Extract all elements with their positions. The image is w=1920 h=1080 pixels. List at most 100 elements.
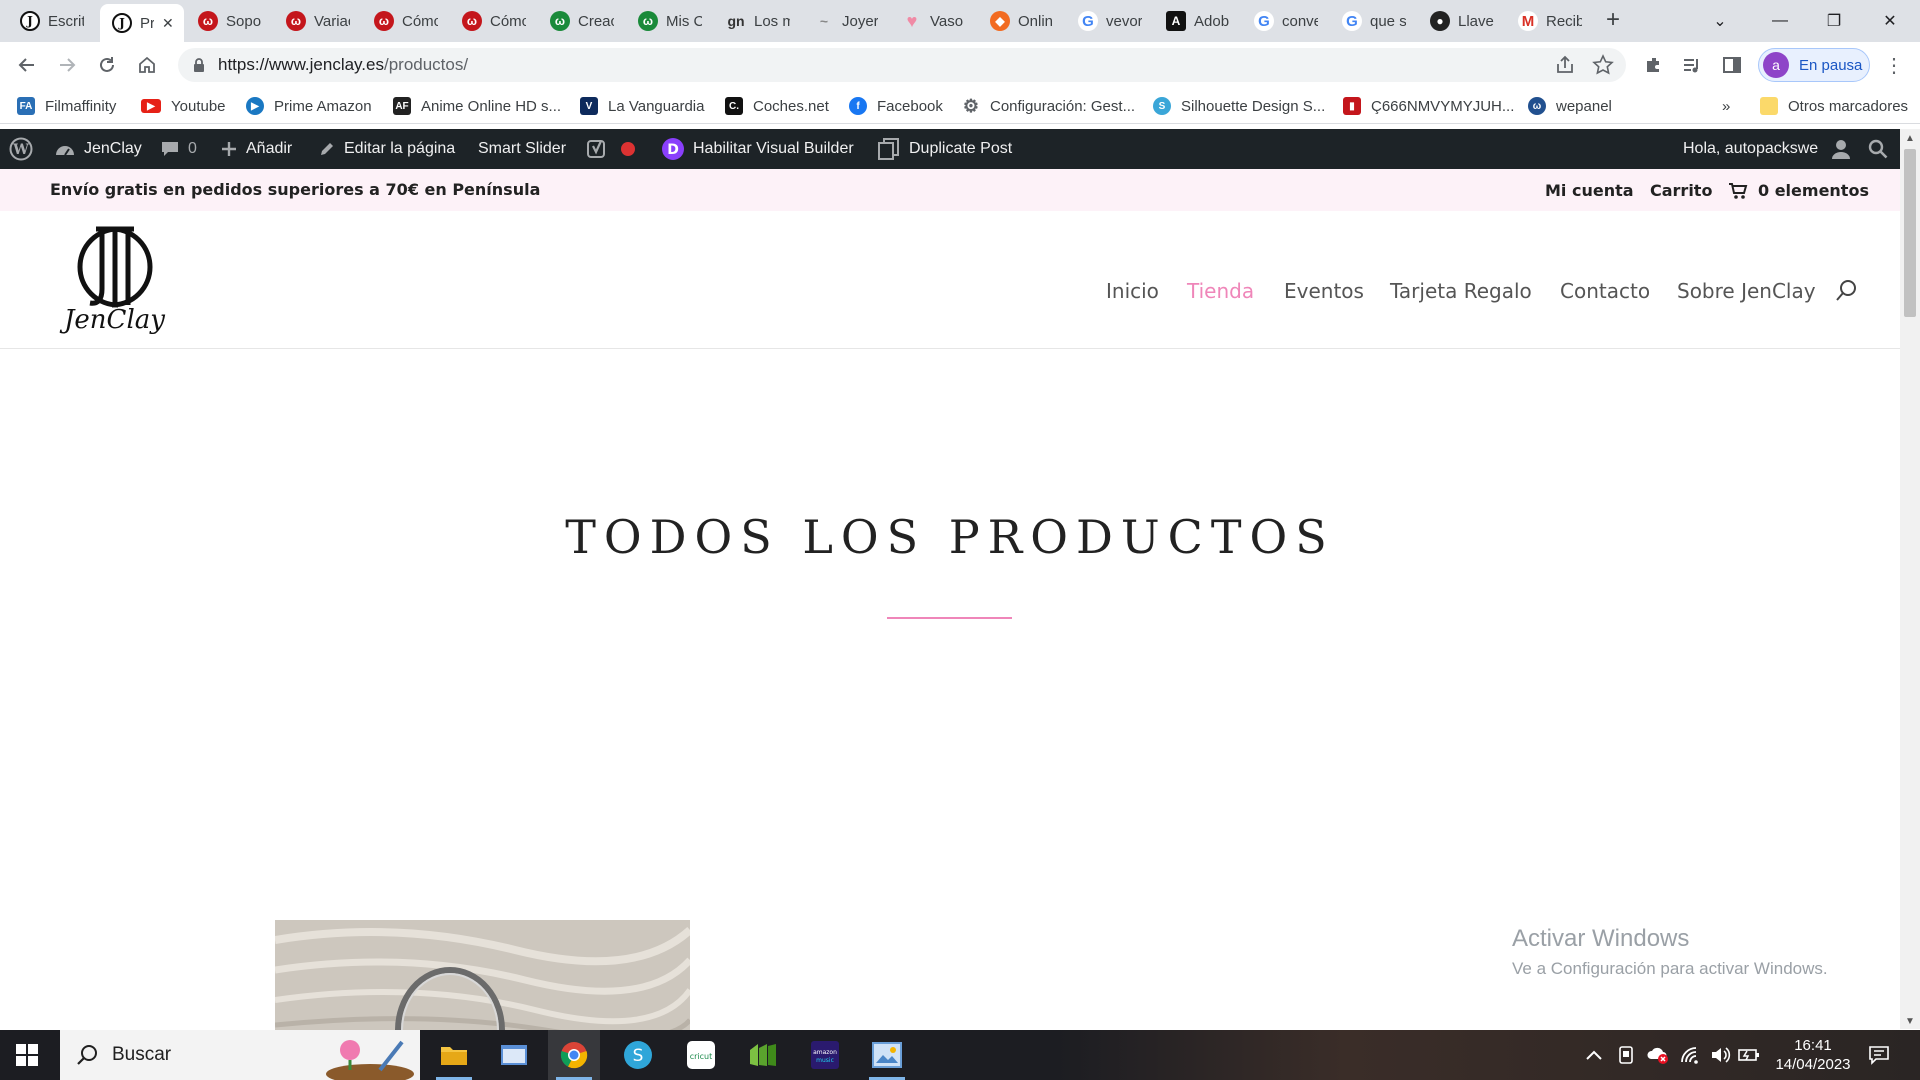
taskbar-clock[interactable]: 16:41 14/04/2023 [1765,1036,1861,1074]
restore-window-icon[interactable]: ❐ [1806,0,1862,42]
site-logo[interactable]: JenClay [60,219,170,343]
product-image[interactable] [275,920,690,1030]
other-bookmarks-folder[interactable]: Otros marcadores [1760,95,1908,117]
wpml-favicon-icon: ω [198,11,218,31]
nav-contacto[interactable]: Contacto [1560,279,1650,303]
browser-tab[interactable]: gn Los m [714,4,802,38]
browser-menu-icon[interactable]: ⋮ [1882,53,1906,77]
browser-tab[interactable]: ♥ Vaso [890,4,978,38]
taskbar-photo-viewer[interactable] [861,1030,913,1080]
bookmark-prime-amazon[interactable]: ▶ Prime Amazon [246,95,372,117]
wordpress-logo-icon[interactable]: W [9,129,41,169]
share-icon[interactable] [1554,54,1576,76]
scroll-down-icon[interactable]: ▼ [1905,1016,1915,1027]
taskbar-cricut[interactable]: cricut [675,1030,727,1080]
taskbar-app-window[interactable] [488,1030,540,1080]
profile-button[interactable]: a En pausa [1758,48,1870,82]
taskbar-chrome[interactable] [548,1030,600,1080]
minimize-window-icon[interactable]: — [1752,0,1808,42]
bookmark-silhouette[interactable]: S Silhouette Design S... [1153,95,1325,117]
wp-edit-page-link[interactable]: Editar la página [318,129,455,169]
wp-duplicate-post-link[interactable]: Duplicate Post [877,129,1012,169]
bookmark-facebook[interactable]: f Facebook [849,95,943,117]
close-tab-icon[interactable]: ✕ [162,15,174,32]
taskbar-silhouette-studio[interactable]: S [612,1030,664,1080]
extensions-icon[interactable] [1642,53,1666,77]
address-bar[interactable]: https://www.jenclay.es/productos/ [178,48,1626,82]
tray-overflow-chevron-icon[interactable] [1585,1030,1603,1080]
wp-search-icon[interactable] [1868,129,1896,169]
taskbar-numbers-app[interactable] [737,1030,789,1080]
nav-eventos[interactable]: Eventos [1284,279,1364,303]
browser-tab[interactable]: ~ Joyer [802,4,890,38]
header-search-button[interactable] [1835,279,1857,303]
browser-tab[interactable]: ω Mis C [626,4,714,38]
bookmark-anime-online[interactable]: AF Anime Online HD s... [393,95,561,117]
wp-site-menu[interactable]: JenClay [54,129,142,169]
browser-tab[interactable]: ω Sopo [186,4,274,38]
nav-sobre-jenclay[interactable]: Sobre JenClay [1677,279,1816,303]
browser-tab[interactable]: ◆ Onlin [978,4,1066,38]
close-window-icon[interactable]: ✕ [1862,0,1918,42]
bookmark-star-icon[interactable] [1592,54,1614,76]
nav-tienda[interactable]: Tienda [1187,279,1254,303]
tray-device-icon[interactable] [1617,1030,1635,1080]
yoast-seo-icon[interactable] [586,129,616,169]
cart-items-link[interactable]: 0 elementos [1728,181,1869,200]
browser-tab[interactable]: G conve [1242,4,1330,38]
forward-button[interactable] [51,49,83,81]
wp-visual-builder-link[interactable]: D Habilitar Visual Builder [661,129,854,169]
page-scrollbar[interactable]: ▲ ▼ [1900,129,1920,1029]
tray-wifi-icon[interactable] [1680,1030,1702,1080]
search-icon [1836,280,1856,301]
scroll-up-icon[interactable]: ▲ [1905,133,1915,144]
browser-tab[interactable]: J Escrit [8,4,100,38]
gmail-favicon-icon: M [1518,11,1538,31]
taskbar-amazon-music[interactable]: amazon music [799,1030,851,1080]
back-button[interactable] [11,49,43,81]
browser-tab[interactable]: ω Creac [538,4,626,38]
new-tab-button[interactable]: + [1599,6,1627,34]
nav-inicio[interactable]: Inicio [1106,279,1159,303]
browser-tab[interactable]: ● Llave [1418,4,1506,38]
browser-tab[interactable]: A Adob [1154,4,1242,38]
tray-battery-icon[interactable] [1738,1030,1760,1080]
dark-favicon-icon: ● [1430,11,1450,31]
wp-smart-slider-link[interactable]: Smart Slider [478,129,566,169]
browser-tab-active[interactable]: J Pr ✕ [100,4,184,42]
wp-comments-menu[interactable]: 0 [160,129,197,169]
tray-cloud-error-icon[interactable] [1646,1030,1670,1080]
bookmark-la-vanguardia[interactable]: V La Vanguardia [580,95,704,117]
browser-tab[interactable]: ω Variac [274,4,362,38]
notification-center-icon[interactable] [1868,1030,1890,1080]
side-panel-icon[interactable] [1720,53,1744,77]
home-button[interactable] [131,49,163,81]
browser-tab[interactable]: ω Cómc [450,4,538,38]
bookmark-filmaffinity[interactable]: FA Filmaffinity [17,95,116,117]
bookmark-configuracion[interactable]: ⚙ Configuración: Gest... [962,95,1135,117]
bookmark-coches-net[interactable]: C. Coches.net [725,95,829,117]
browser-tab[interactable]: G que s [1330,4,1418,38]
wp-add-new-menu[interactable]: Añadir [220,129,292,169]
scrollbar-thumb[interactable] [1904,149,1916,317]
tab-search-icon[interactable]: ⌄ [1692,0,1748,42]
taskbar-search-box[interactable]: Buscar [60,1030,420,1080]
windows-start-icon[interactable] [16,1044,38,1066]
cart-link[interactable]: Carrito [1650,181,1712,200]
taskbar-file-explorer[interactable] [428,1030,480,1080]
browser-tab[interactable]: G vevor [1066,4,1154,38]
jenclay-favicon-icon: J [112,13,132,33]
wp-account-menu[interactable]: Hola, autopackswe [1683,129,1852,169]
bookmark-wepanel[interactable]: ω wepanel [1528,95,1612,117]
bookmark-youtube[interactable]: ▶ Youtube [141,95,226,117]
browser-tab[interactable]: M Recib [1506,4,1594,38]
my-account-link[interactable]: Mi cuenta [1545,181,1634,200]
tray-volume-icon[interactable] [1710,1030,1732,1080]
wpml-favicon-icon: ω [286,11,306,31]
bookmark-code[interactable]: ▮ Ç666NMVYMYJUH... [1343,95,1514,117]
nav-tarjeta-regalo[interactable]: Tarjeta Regalo [1390,279,1532,303]
reload-button[interactable] [91,49,123,81]
browser-tab[interactable]: ω Cómc [362,4,450,38]
media-controls-icon[interactable] [1680,53,1704,77]
more-bookmarks-button[interactable]: » [1722,95,1730,117]
